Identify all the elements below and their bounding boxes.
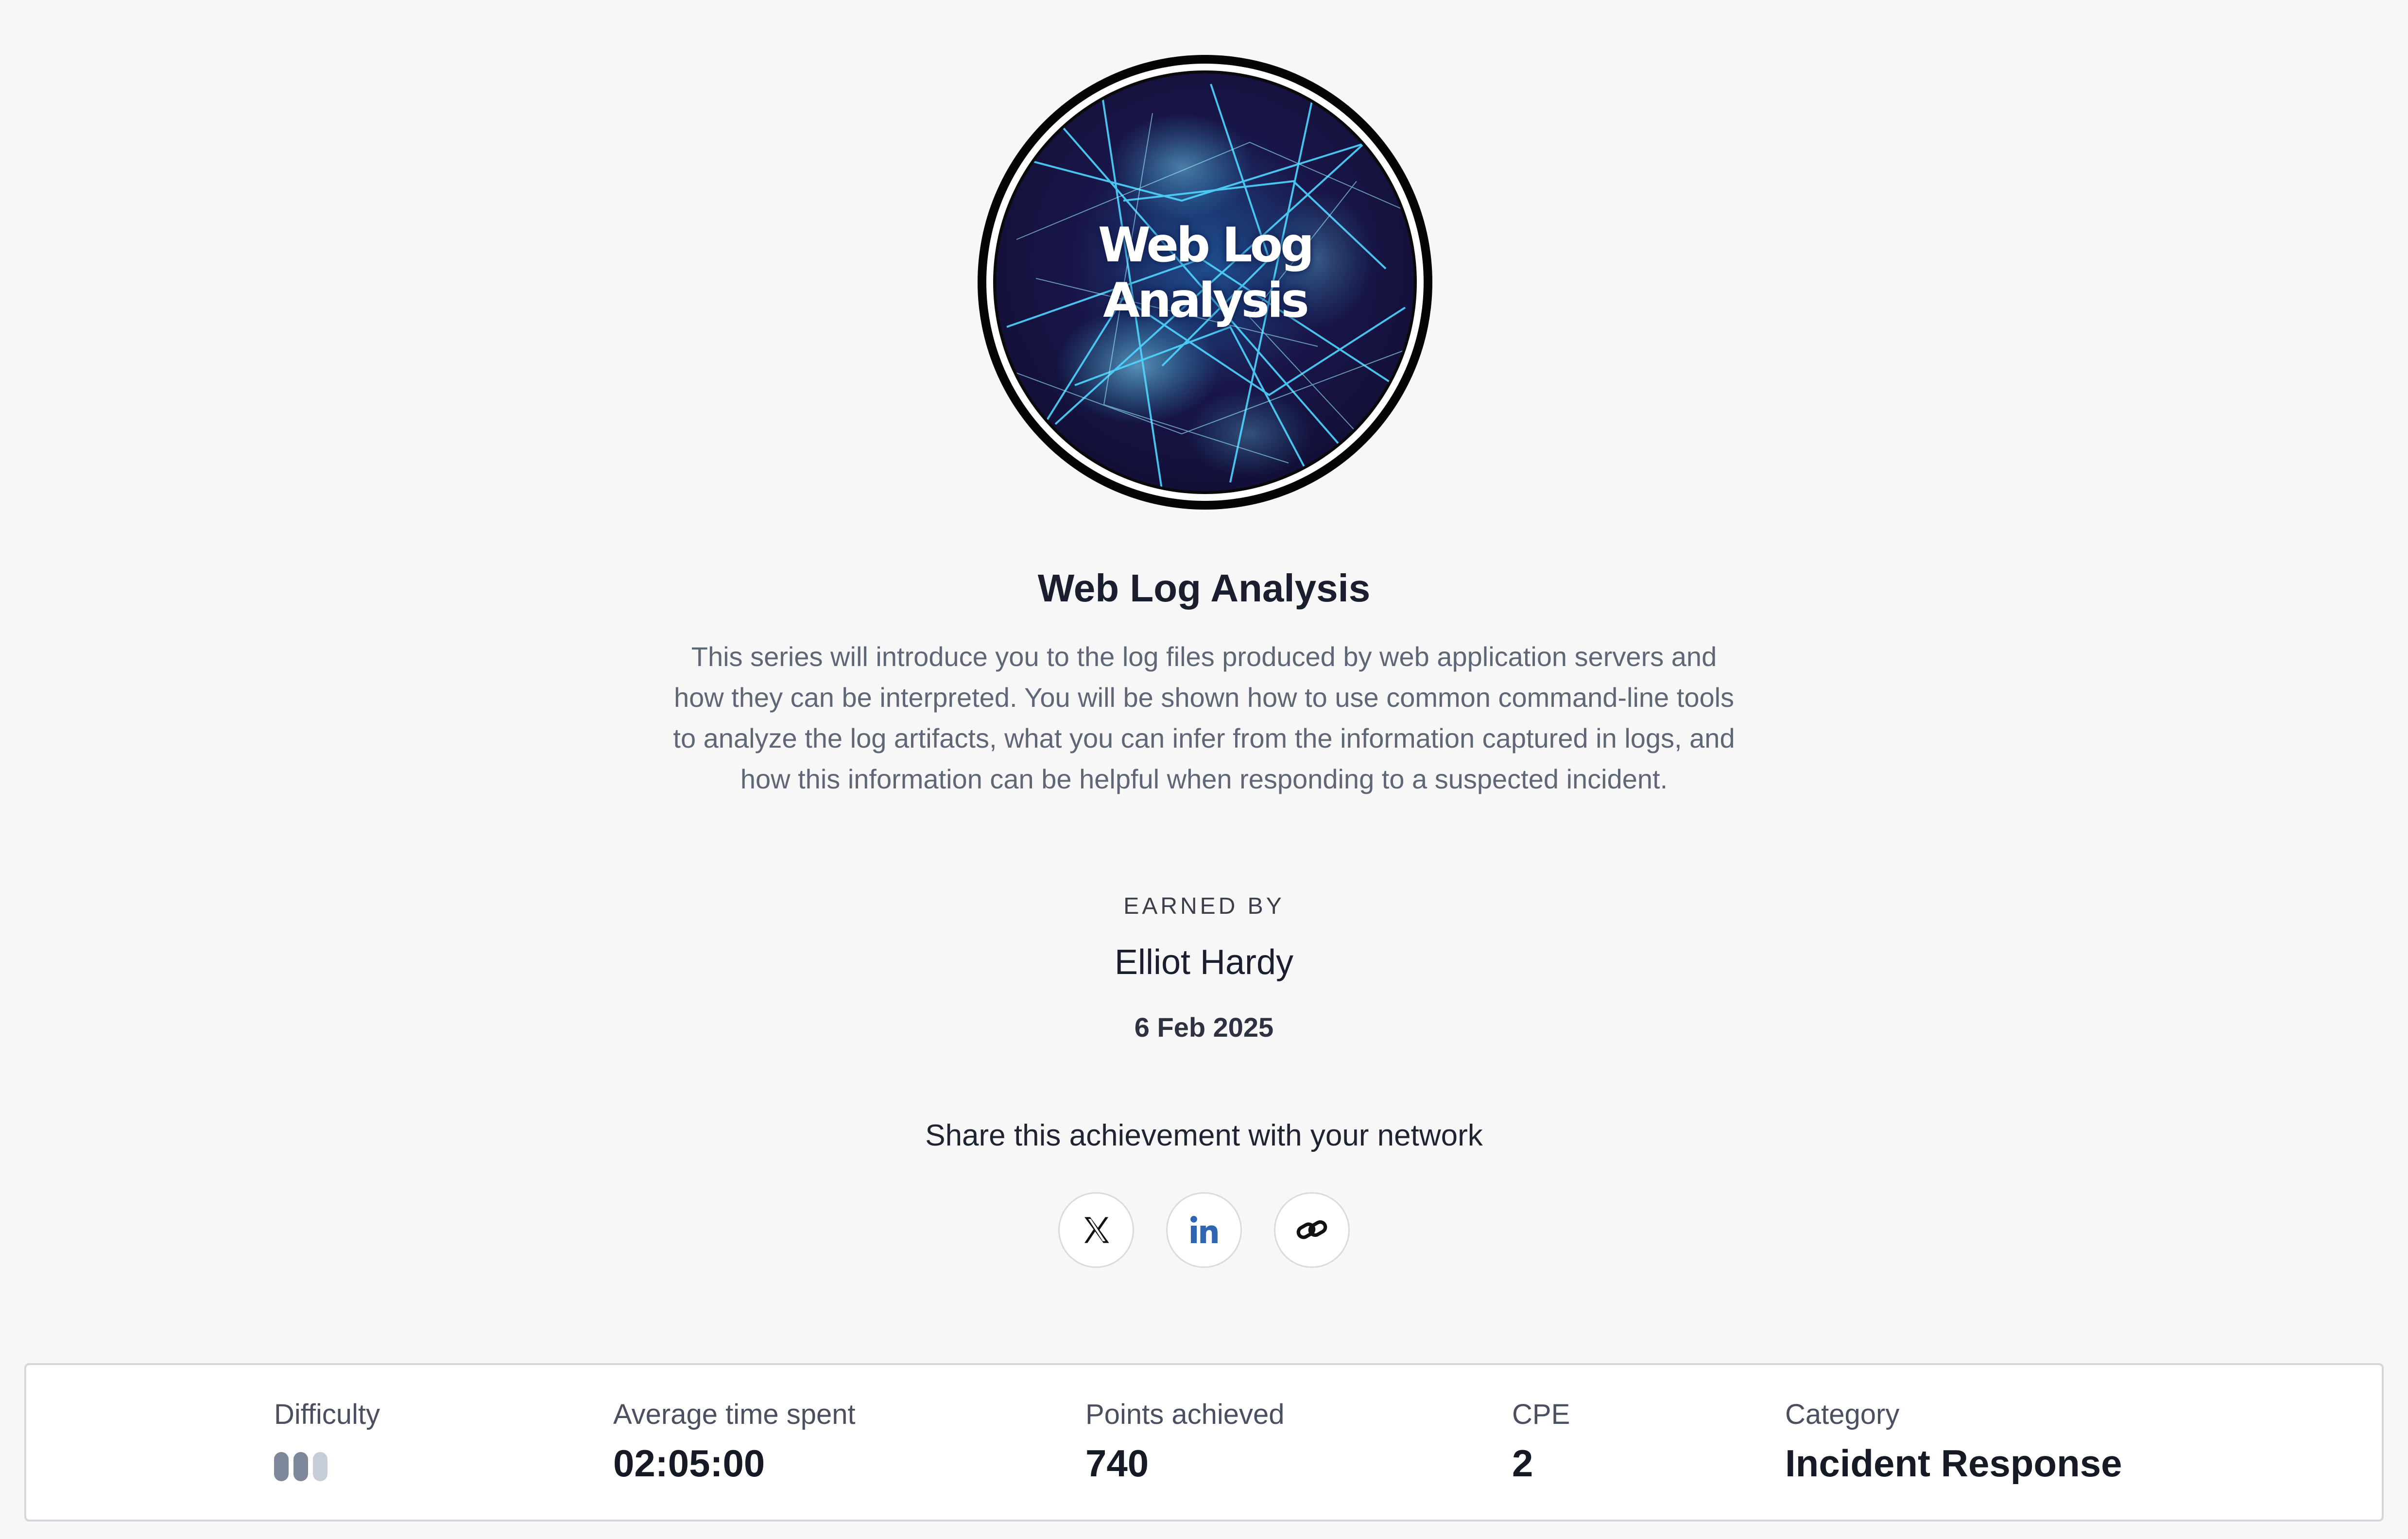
stat-difficulty: Difficulty: [274, 1398, 380, 1481]
cpe-label: CPE: [1512, 1399, 1570, 1430]
difficulty-indicator: [274, 1452, 380, 1481]
stat-category: Category Incident Response: [1785, 1398, 2122, 1486]
share-x-button[interactable]: [1058, 1192, 1134, 1268]
x-icon: [1084, 1217, 1109, 1243]
stat-points: Points achieved 740: [1085, 1398, 1284, 1486]
copy-link-button[interactable]: [1274, 1192, 1350, 1268]
earned-by-label: EARNED BY: [1123, 893, 1285, 919]
difficulty-bar: [313, 1452, 327, 1481]
share-buttons: [0, 1192, 2408, 1268]
linkedin-icon: [1190, 1215, 1218, 1243]
average-time-value: 02:05:00: [613, 1442, 765, 1485]
average-time-label: Average time spent: [613, 1399, 856, 1430]
points-value: 740: [1085, 1442, 1149, 1485]
stat-cpe: CPE 2: [1512, 1398, 1570, 1486]
category-value: Incident Response: [1785, 1442, 2122, 1485]
stats-panel: Difficulty Average time spent 02:05:00 P…: [24, 1363, 2384, 1522]
link-icon: [1296, 1220, 1327, 1239]
earned-date: 6 Feb 2025: [1134, 1012, 1274, 1043]
category-label: Category: [1785, 1399, 1900, 1430]
share-heading: Share this achievement with your network: [925, 1119, 1483, 1152]
stat-average-time: Average time spent 02:05:00: [613, 1398, 856, 1486]
points-label: Points achieved: [1085, 1399, 1285, 1430]
page-title: Web Log Analysis: [1037, 566, 1371, 610]
badge-title: Web Log Analysis: [1098, 218, 1314, 328]
earner-name[interactable]: Elliot Hardy: [0, 942, 2408, 982]
cpe-value: 2: [1512, 1442, 1533, 1485]
description: This series will introduce you to the lo…: [673, 641, 1735, 794]
difficulty-bar: [274, 1452, 289, 1481]
share-linkedin-button[interactable]: [1166, 1192, 1242, 1268]
achievement-badge: Web Log Analysis: [978, 55, 1432, 510]
difficulty-label: Difficulty: [274, 1399, 380, 1430]
difficulty-bar: [293, 1452, 308, 1481]
